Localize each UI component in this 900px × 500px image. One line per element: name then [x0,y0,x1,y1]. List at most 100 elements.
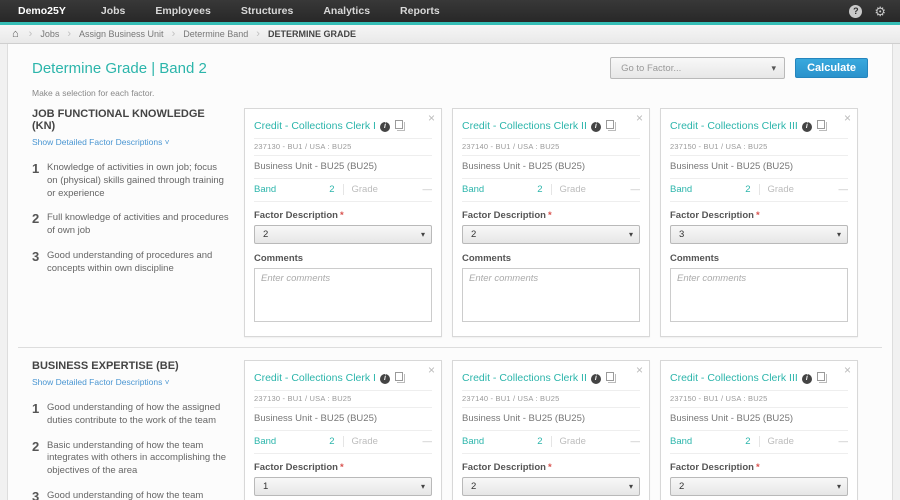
job-code: 237130 - BU1 / USA : BU25 [254,139,432,156]
nav-brand[interactable]: Demo25Y [0,0,86,22]
comments-textarea[interactable] [254,268,432,322]
option-number: 2 [32,439,47,478]
band-label: Band [462,436,484,447]
copy-icon[interactable] [606,372,614,381]
factor-description-label: Factor Description* [254,210,432,221]
grade-label: Grade [560,184,586,195]
option-number: 3 [32,489,47,500]
breadcrumb-jobs[interactable]: Jobs [40,29,59,39]
job-title-link[interactable]: Credit - Collections Clerk III [670,120,798,132]
job-card-clerk-1: × Credit - Collections Clerk I i 237130 -… [244,108,442,337]
grade-label: Grade [352,184,378,195]
band-grade-row: Band2 Grade— [254,431,432,454]
job-title-link[interactable]: Credit - Collections Clerk I [254,372,376,384]
copy-icon[interactable] [395,372,403,381]
factor-description-column: BUSINESS EXPERTISE (BE) Show Detailed Fa… [32,360,230,500]
info-icon[interactable]: i [802,122,812,132]
go-to-factor-select[interactable]: Go to Factor... ▾ [610,57,785,79]
option-text: Good understanding of how the assigned d… [47,401,230,428]
nav-item-analytics[interactable]: Analytics [308,0,385,22]
close-icon[interactable]: × [636,111,643,125]
band-value: 2 [329,184,334,195]
top-navbar: Demo25Y Jobs Employees Structures Analyt… [0,0,900,22]
band-label: Band [254,184,276,195]
job-title-link[interactable]: Credit - Collections Clerk II [462,372,587,384]
section-title: BUSINESS EXPERTISE (BE) [32,360,230,372]
show-detailed-factor-descriptions-link[interactable]: Show Detailed Factor Descriptions ˅ [32,377,169,387]
card-title-row: Credit - Collections Clerk III i [670,116,848,139]
business-unit-text: Business Unit - BU25 (BU25) [254,408,432,431]
close-icon[interactable]: × [636,363,643,377]
factor-description-label: Factor Description* [462,462,640,473]
factor-description-select[interactable]: 2 ▾ [254,225,432,244]
job-cards-row: × Credit - Collections Clerk I i 237130 -… [244,360,858,500]
copy-icon[interactable] [817,120,825,129]
section-title: JOB FUNCTIONAL KNOWLEDGE (KN) [32,108,230,132]
factor-description-label: Factor Description* [670,462,848,473]
home-icon[interactable]: ⌂ [12,28,19,40]
chevron-down-icon: ▾ [421,230,425,239]
band-label: Band [254,436,276,447]
job-card-clerk-3: × Credit - Collections Clerk IIIi 237150… [660,360,858,500]
gear-icon[interactable]: ⚙ [874,5,886,18]
job-card-clerk-2: × Credit - Collections Clerk II i 237140 … [452,360,650,500]
option-number: 1 [32,401,47,428]
factor-option: 1 Knowledge of activities in own job; fo… [32,161,230,200]
calculate-button[interactable]: Calculate [795,58,868,78]
comments-textarea[interactable] [670,268,848,322]
job-title-link[interactable]: Credit - Collections Clerk II [462,120,587,132]
nav-item-employees[interactable]: Employees [140,0,225,22]
job-card-clerk-1: × Credit - Collections Clerk I i 237130 -… [244,360,442,500]
help-icon[interactable]: ? [849,5,862,18]
close-icon[interactable]: × [844,111,851,125]
info-icon[interactable]: i [591,374,601,384]
business-unit-text: Business Unit - BU25 (BU25) [254,156,432,179]
job-title-link[interactable]: Credit - Collections Clerk III [670,372,798,384]
nav-item-jobs[interactable]: Jobs [86,0,141,22]
close-icon[interactable]: × [844,363,851,377]
card-title-row: Credit - Collections Clerk I i [254,368,432,391]
grade-label: Grade [352,436,378,447]
grade-label: Grade [560,436,586,447]
band-label: Band [670,184,692,195]
job-title-link[interactable]: Credit - Collections Clerk I [254,120,376,132]
close-icon[interactable]: × [428,111,435,125]
breadcrumb-assign-business-unit[interactable]: Assign Business Unit [79,29,164,39]
chevron-down-icon: ▾ [421,482,425,491]
band-grade-row: Band2 Grade— [462,179,640,202]
factor-description-select[interactable]: 2 ▾ [462,225,640,244]
factor-description-select[interactable]: 1 ▾ [254,477,432,496]
factor-description-label: Factor Description* [254,462,432,473]
chevron-down-icon: ▾ [629,230,633,239]
close-icon[interactable]: × [428,363,435,377]
info-icon[interactable]: i [380,122,390,132]
header-controls: Go to Factor... ▾ Calculate [610,57,868,79]
info-icon[interactable]: i [591,122,601,132]
section-divider [18,347,882,348]
nav-item-reports[interactable]: Reports [385,0,455,22]
copy-icon[interactable] [395,120,403,129]
chevron-down-icon: ˅ [165,378,170,387]
info-icon[interactable]: i [802,374,812,384]
nav-item-structures[interactable]: Structures [226,0,309,22]
page-header: Determine Grade | Band 2 Go to Factor...… [8,44,892,79]
factor-description-select[interactable]: 2 ▾ [670,477,848,496]
option-text: Full knowledge of activities and procedu… [47,211,230,238]
band-label: Band [462,184,484,195]
copy-icon[interactable] [606,120,614,129]
card-title-row: Credit - Collections Clerk I i [254,116,432,139]
factor-description-label: Factor Description* [462,210,640,221]
factor-description-value: 1 [263,481,268,492]
info-icon[interactable]: i [380,374,390,384]
factor-description-select[interactable]: 2 ▾ [462,477,640,496]
band-label: Band [670,436,692,447]
factor-description-select[interactable]: 3 ▾ [670,225,848,244]
copy-icon[interactable] [817,372,825,381]
grade-value: — [631,436,641,447]
breadcrumb-determine-band[interactable]: Determine Band [183,29,248,39]
comments-textarea[interactable] [462,268,640,322]
required-asterisk: * [340,462,344,473]
job-code: 237140 - BU1 / USA : BU25 [462,391,640,408]
show-detailed-factor-descriptions-link[interactable]: Show Detailed Factor Descriptions ˅ [32,137,169,147]
job-code: 237130 - BU1 / USA : BU25 [254,391,432,408]
